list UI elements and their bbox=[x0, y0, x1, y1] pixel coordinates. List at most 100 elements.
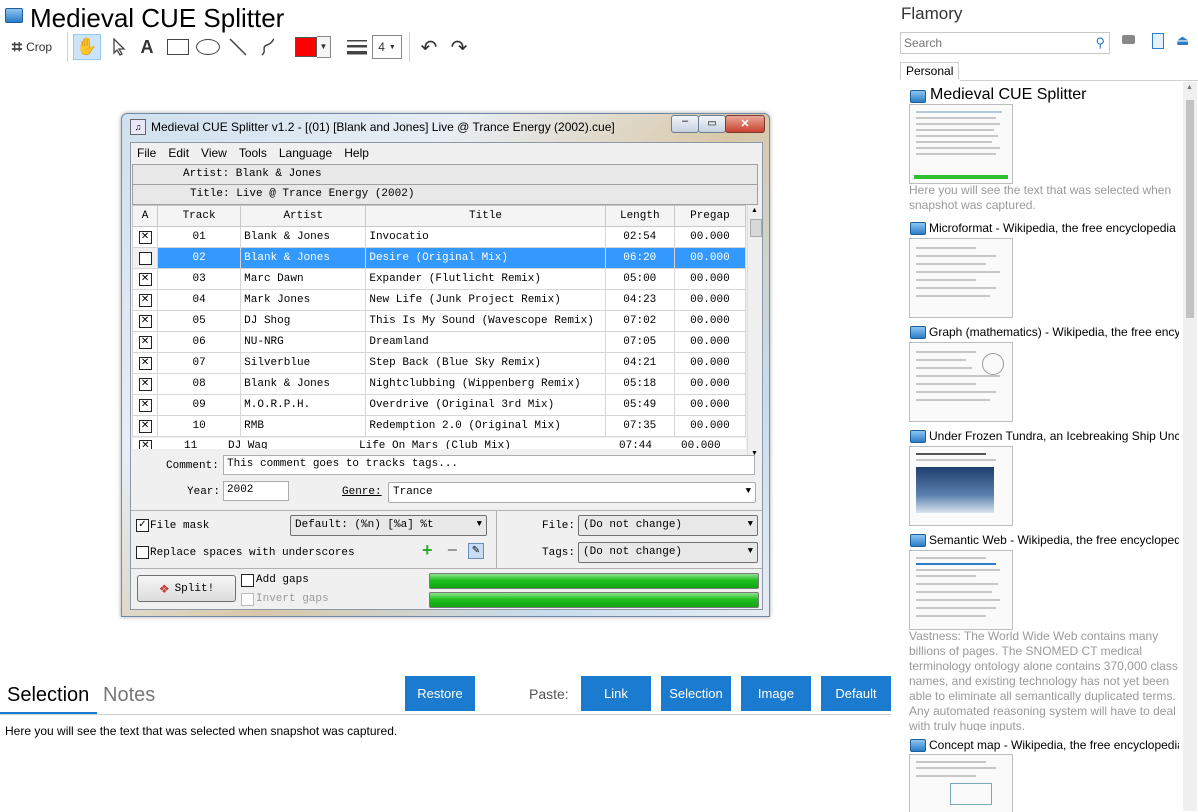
minimize-button[interactable]: ‒ bbox=[671, 115, 699, 133]
genre-select[interactable]: Trance ▼ bbox=[388, 482, 756, 503]
crop-button[interactable]: ⌗ Crop bbox=[6, 34, 58, 60]
divider bbox=[131, 510, 762, 511]
replace-spaces-checkbox[interactable] bbox=[136, 546, 149, 559]
row-checkbox[interactable]: ✕ bbox=[138, 272, 152, 286]
restore-button[interactable]: Restore bbox=[405, 676, 475, 711]
split-button[interactable]: ❖ Split! bbox=[137, 575, 236, 602]
row-checkbox[interactable]: ✕ bbox=[138, 230, 152, 244]
document-icon[interactable] bbox=[1152, 33, 1164, 49]
table-row[interactable]: ✕ 04 Mark Jones New Life (Junk Project Remi… bbox=[131, 289, 747, 311]
genre-label: Genre: bbox=[342, 486, 382, 498]
table-row[interactable]: ✕ 07 Silverblue Step Back (Blue Sky Remix) 0… bbox=[131, 352, 747, 374]
row-checkbox[interactable]: ✕ bbox=[138, 335, 152, 349]
menu-view[interactable]: View bbox=[195, 146, 233, 160]
freehand-tool-button[interactable] bbox=[255, 34, 281, 60]
file-option-select[interactable]: (Do not change) ▼ bbox=[578, 515, 758, 536]
table-row[interactable]: ✕ 05 DJ Shog This Is My Sound (Wavescope Re… bbox=[131, 310, 747, 332]
scroll-up-icon[interactable]: ▲ bbox=[1186, 84, 1193, 91]
snapshot-thumbnail[interactable] bbox=[909, 446, 1013, 526]
line-icon bbox=[229, 38, 247, 56]
line-width-select[interactable]: 4 ▼ bbox=[372, 35, 402, 59]
year-field[interactable]: 2002 bbox=[223, 481, 289, 501]
tab-personal[interactable]: Personal bbox=[900, 62, 960, 80]
snapshot-title[interactable]: Semantic Web - Wikipedia, the free encyc… bbox=[929, 533, 1179, 547]
menu-edit[interactable]: Edit bbox=[162, 146, 195, 160]
menu-file[interactable]: File bbox=[131, 146, 162, 160]
scroll-up-icon[interactable]: ▲ bbox=[751, 207, 758, 214]
snapshot-thumbnail[interactable] bbox=[909, 238, 1013, 318]
edit-mask-icon[interactable]: ✎ bbox=[468, 543, 484, 559]
search-icon[interactable]: ⚲ bbox=[1095, 35, 1105, 51]
column-header-track[interactable]: Track bbox=[157, 205, 242, 227]
tracks-table: A Track Artist Title Length Pregap ✕ 01 Bl… bbox=[131, 205, 747, 437]
camera-icon[interactable] bbox=[1122, 35, 1135, 44]
menu-language[interactable]: Language bbox=[273, 146, 338, 160]
row-checkbox[interactable]: ✕ bbox=[138, 419, 152, 433]
tab-selection[interactable]: Selection bbox=[7, 684, 89, 707]
maximize-button[interactable]: ▭ bbox=[698, 115, 726, 133]
table-row-partial[interactable]: ✕ 11 DJ Wag Life On Mars (Club Mix) 07:4… bbox=[133, 438, 746, 449]
add-gaps-checkbox[interactable] bbox=[241, 574, 254, 587]
table-row[interactable]: ✕ 10 RMB Redemption 2.0 (Original Mix) 07:35… bbox=[131, 415, 747, 437]
table-row[interactable]: ✕ 03 Marc Dawn Expander (Flutlicht Remix) 05… bbox=[131, 268, 747, 290]
row-checkbox[interactable]: ✕ bbox=[138, 377, 152, 391]
snapshot-title[interactable]: Microformat - Wikipedia, the free encycl… bbox=[929, 221, 1179, 235]
column-header-length[interactable]: Length bbox=[604, 205, 675, 227]
paste-image-button[interactable]: Image bbox=[741, 676, 811, 711]
menu-tools[interactable]: Tools bbox=[233, 146, 273, 160]
paste-default-button[interactable]: Default bbox=[821, 676, 891, 711]
table-row[interactable]: ✕ 09 M.O.R.P.H. Overdrive (Original 3rd Mix… bbox=[131, 394, 747, 416]
add-mask-icon[interactable]: + bbox=[422, 540, 433, 561]
redo-button[interactable]: ↷ bbox=[446, 34, 472, 60]
snapshot-title[interactable]: Concept map - Wikipedia, the free encycl… bbox=[929, 738, 1179, 752]
paste-link-button[interactable]: Link bbox=[581, 676, 651, 711]
text-tool-button[interactable]: A bbox=[134, 34, 160, 60]
invert-gaps-checkbox[interactable] bbox=[241, 593, 254, 606]
snapshot-thumbnail[interactable] bbox=[909, 104, 1013, 184]
paste-selection-button[interactable]: Selection bbox=[661, 676, 731, 711]
snapshot-title[interactable]: Under Frozen Tundra, an Icebreaking Ship… bbox=[929, 429, 1179, 443]
row-checkbox[interactable]: ✕ bbox=[138, 293, 152, 307]
ellipse-tool-button[interactable] bbox=[194, 34, 222, 60]
undo-button[interactable]: ↶ bbox=[416, 34, 442, 60]
column-header-title[interactable]: Title bbox=[365, 205, 606, 227]
snapshot-thumbnail[interactable] bbox=[909, 550, 1013, 630]
rectangle-tool-button[interactable] bbox=[164, 34, 192, 60]
row-checkbox[interactable]: ✕ bbox=[139, 440, 152, 449]
color-picker[interactable]: ▼ bbox=[292, 34, 334, 60]
select-tool-button[interactable] bbox=[106, 34, 132, 60]
snapshot-icon bbox=[910, 90, 926, 103]
column-header-a[interactable]: A bbox=[131, 205, 159, 227]
panel-scrollbar[interactable]: ▲ bbox=[1183, 82, 1197, 811]
collapse-icon[interactable]: ⏏ bbox=[1176, 33, 1189, 47]
file-mask-checkbox[interactable]: ✓ bbox=[136, 519, 149, 532]
table-scrollbar[interactable]: ▲ ▼ bbox=[747, 205, 762, 461]
search-input[interactable] bbox=[901, 33, 1087, 53]
row-checkbox[interactable]: ✕ bbox=[138, 314, 152, 328]
table-row[interactable]: ✕ 01 Blank & Jones Invocatio 02:54 00.000 bbox=[131, 226, 747, 248]
remove-mask-icon[interactable]: − bbox=[447, 540, 458, 561]
table-row-selected[interactable]: ✕ 02 Blank & Jones Desire (Original Mix) 06:… bbox=[131, 247, 747, 269]
column-header-pregap[interactable]: Pregap bbox=[673, 205, 747, 227]
snapshot-thumbnail[interactable] bbox=[909, 754, 1013, 812]
hand-tool-button[interactable]: ✋ bbox=[73, 34, 101, 60]
column-header-artist[interactable]: Artist bbox=[240, 205, 367, 227]
snapshot-title[interactable]: Medieval CUE Splitter bbox=[930, 86, 1180, 104]
file-mask-select[interactable]: Default: (%n) [%a] %t ▼ bbox=[290, 515, 487, 536]
snapshot-thumbnail[interactable] bbox=[909, 342, 1013, 422]
tags-option-select[interactable]: (Do not change) ▼ bbox=[578, 542, 758, 563]
tab-notes[interactable]: Notes bbox=[103, 684, 155, 707]
row-checkbox[interactable]: ✕ bbox=[138, 251, 152, 265]
menu-help[interactable]: Help bbox=[338, 146, 375, 160]
row-checkbox[interactable]: ✕ bbox=[138, 356, 152, 370]
crop-label: Crop bbox=[26, 40, 53, 54]
table-row[interactable]: ✕ 08 Blank & Jones Nightclubbing (Wippenber… bbox=[131, 373, 747, 395]
comment-field[interactable]: This comment goes to tracks tags... bbox=[223, 455, 755, 475]
table-row[interactable]: ✕ 06 NU-NRG Dreamland 07:05 00.000 bbox=[131, 331, 747, 353]
row-checkbox[interactable]: ✕ bbox=[138, 398, 152, 412]
snapshot-title[interactable]: Graph (mathematics) - Wikipedia, the fre… bbox=[929, 325, 1179, 339]
scroll-thumb[interactable] bbox=[1186, 100, 1194, 318]
close-button[interactable]: ✕ bbox=[725, 115, 765, 133]
line-tool-button[interactable] bbox=[225, 34, 251, 60]
scroll-thumb[interactable] bbox=[750, 219, 762, 237]
